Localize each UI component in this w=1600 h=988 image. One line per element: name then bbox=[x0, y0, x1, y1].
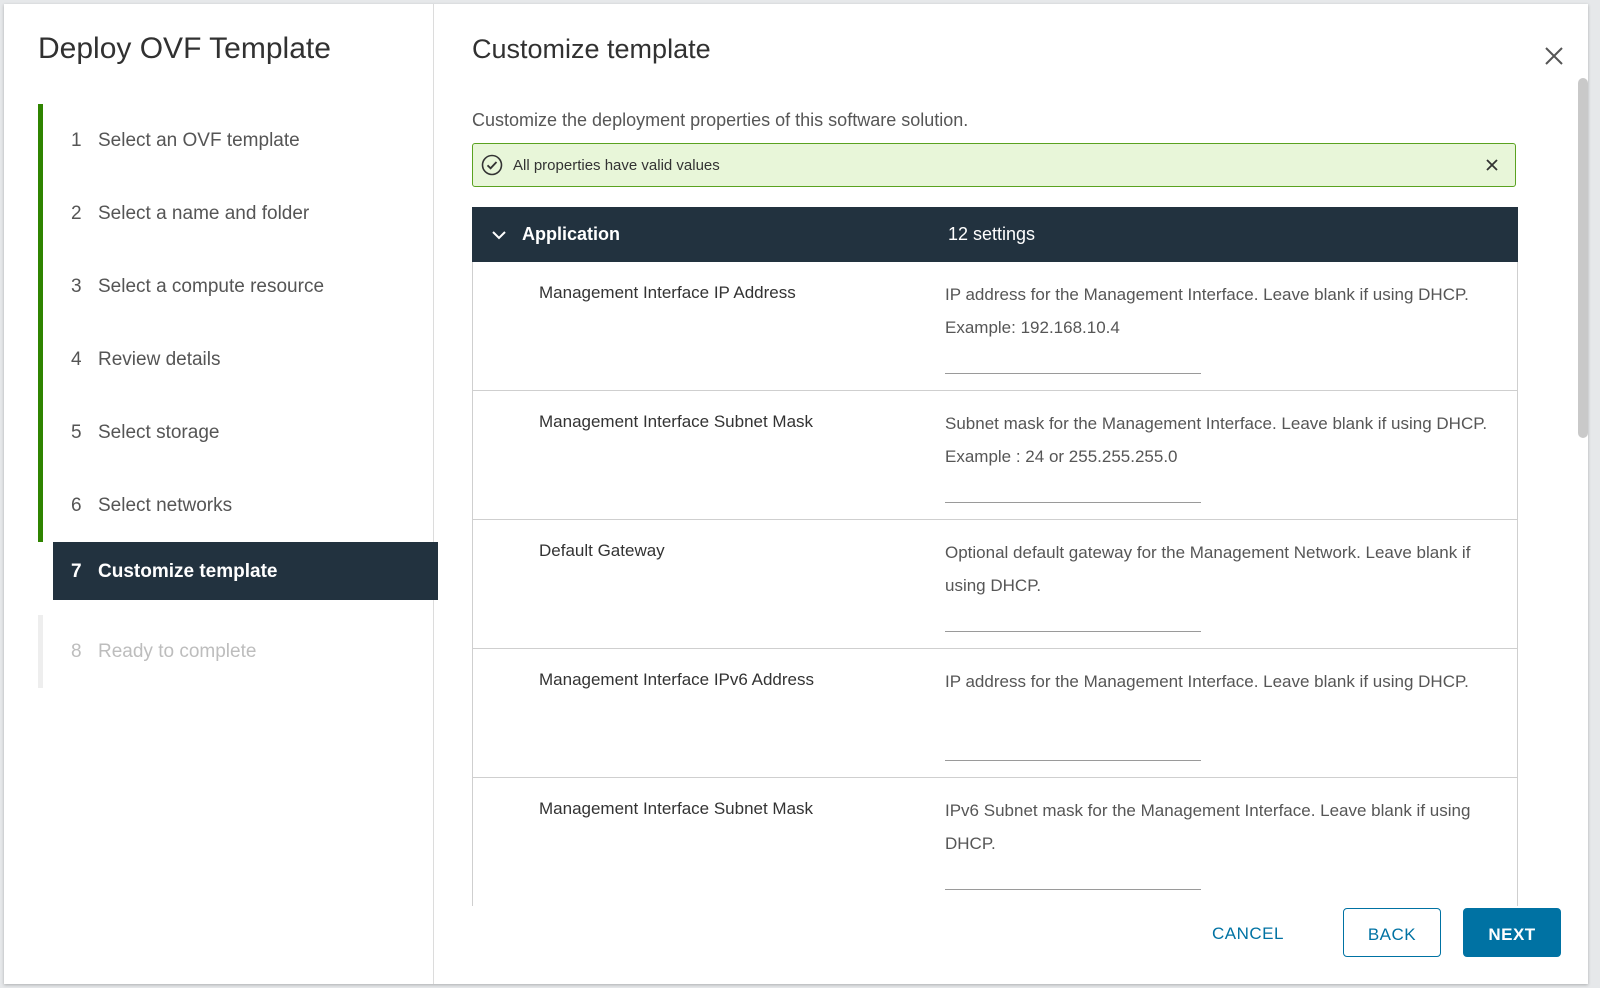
scrollbar-thumb[interactable] bbox=[1578, 78, 1588, 438]
page-subtitle: Customize the deployment properties of t… bbox=[472, 110, 969, 130]
step-label: Select a compute resource bbox=[98, 276, 325, 297]
step-number: 6 bbox=[71, 495, 82, 516]
property-input-mgmt-ip[interactable] bbox=[945, 353, 1201, 374]
wizard-steps: 1 Select an OVF template 2 Select a name… bbox=[38, 104, 438, 688]
wizard-nav: Deploy OVF Template 1 Select an OVF temp… bbox=[4, 4, 438, 984]
property-row: Management Interface IPv6 Address IP add… bbox=[472, 649, 1518, 778]
property-input-gateway[interactable] bbox=[945, 611, 1201, 632]
wizard-step-6[interactable]: 6 Select networks bbox=[38, 469, 433, 542]
content-scrollbar[interactable] bbox=[1576, 74, 1590, 894]
step-label: Select an OVF template bbox=[98, 130, 300, 151]
wizard-step-7-current[interactable]: 7 Customize template bbox=[38, 542, 438, 615]
back-button[interactable]: BACK bbox=[1343, 908, 1441, 957]
property-row: Default Gateway Optional default gateway… bbox=[472, 520, 1518, 649]
property-name: Management Interface Subnet Mask bbox=[539, 799, 814, 818]
property-input-mgmt-subnet[interactable] bbox=[945, 482, 1201, 503]
step-label: Customize template bbox=[98, 561, 278, 582]
step-label: Select a name and folder bbox=[98, 203, 310, 224]
property-name: Management Interface IPv6 Address bbox=[539, 670, 814, 689]
step-label: Review details bbox=[98, 349, 221, 370]
deploy-ovf-dialog: Deploy OVF Template 1 Select an OVF temp… bbox=[4, 4, 1588, 984]
wizard-content: Customize template Customize the deploym… bbox=[434, 4, 1588, 984]
property-description: IPv6 Subnet mask for the Management Inte… bbox=[945, 801, 1471, 853]
alert-message: All properties have valid values bbox=[513, 157, 720, 174]
cancel-button[interactable]: CANCEL bbox=[1200, 908, 1296, 957]
step-number: 5 bbox=[71, 422, 82, 443]
property-name: Default Gateway bbox=[539, 541, 665, 560]
close-icon[interactable] bbox=[1483, 156, 1501, 174]
wizard-title: Deploy OVF Template bbox=[38, 32, 331, 65]
property-rows: Management Interface IP Address IP addre… bbox=[472, 262, 1518, 906]
property-input-mgmt-ipv6-subnet[interactable] bbox=[945, 869, 1201, 890]
properties-list: Application 12 settings Management Inter… bbox=[472, 207, 1518, 906]
property-input-mgmt-ipv6[interactable] bbox=[945, 740, 1201, 761]
step-number: 3 bbox=[71, 276, 82, 297]
wizard-step-8: 8 Ready to complete bbox=[38, 615, 433, 688]
wizard-step-1[interactable]: 1 Select an OVF template bbox=[38, 104, 433, 177]
page-title: Customize template bbox=[472, 34, 711, 64]
close-icon bbox=[1545, 47, 1563, 65]
close-dialog-button[interactable] bbox=[1542, 44, 1566, 68]
wizard-step-4[interactable]: 4 Review details bbox=[38, 323, 433, 396]
next-button[interactable]: NEXT bbox=[1463, 908, 1561, 957]
check-circle-icon bbox=[481, 154, 503, 176]
group-header-application[interactable]: Application 12 settings bbox=[472, 207, 1518, 262]
wizard-step-3[interactable]: 3 Select a compute resource bbox=[38, 250, 433, 323]
wizard-step-5[interactable]: 5 Select storage bbox=[38, 396, 433, 469]
step-number: 1 bbox=[71, 130, 82, 151]
background: Deploy OVF Template 1 Select an OVF temp… bbox=[0, 0, 1600, 988]
property-row: Management Interface IP Address IP addre… bbox=[472, 262, 1518, 391]
property-row: Management Interface Subnet Mask Subnet … bbox=[472, 391, 1518, 520]
validation-alert: All properties have valid values bbox=[472, 143, 1516, 187]
step-label: Select storage bbox=[98, 422, 220, 443]
wizard-step-2[interactable]: 2 Select a name and folder bbox=[38, 177, 433, 250]
step-number: 2 bbox=[71, 203, 82, 224]
property-description: IP address for the Management Interface.… bbox=[945, 672, 1469, 691]
group-name: Application bbox=[522, 224, 620, 244]
property-name: Management Interface Subnet Mask bbox=[539, 412, 814, 431]
chevron-down-icon[interactable] bbox=[490, 226, 508, 244]
property-name: Management Interface IP Address bbox=[539, 283, 796, 302]
property-description: IP address for the Management Interface.… bbox=[945, 285, 1469, 337]
group-settings-count: 12 settings bbox=[948, 224, 1036, 244]
property-description: Optional default gateway for the Managem… bbox=[945, 543, 1471, 595]
property-description: Subnet mask for the Management Interface… bbox=[945, 414, 1488, 466]
step-number: 8 bbox=[71, 641, 82, 662]
property-row: Management Interface Subnet Mask IPv6 Su… bbox=[472, 778, 1518, 906]
step-label: Select networks bbox=[98, 495, 233, 516]
step-number: 4 bbox=[71, 349, 82, 370]
step-label: Ready to complete bbox=[98, 641, 257, 662]
step-number: 7 bbox=[71, 561, 82, 582]
